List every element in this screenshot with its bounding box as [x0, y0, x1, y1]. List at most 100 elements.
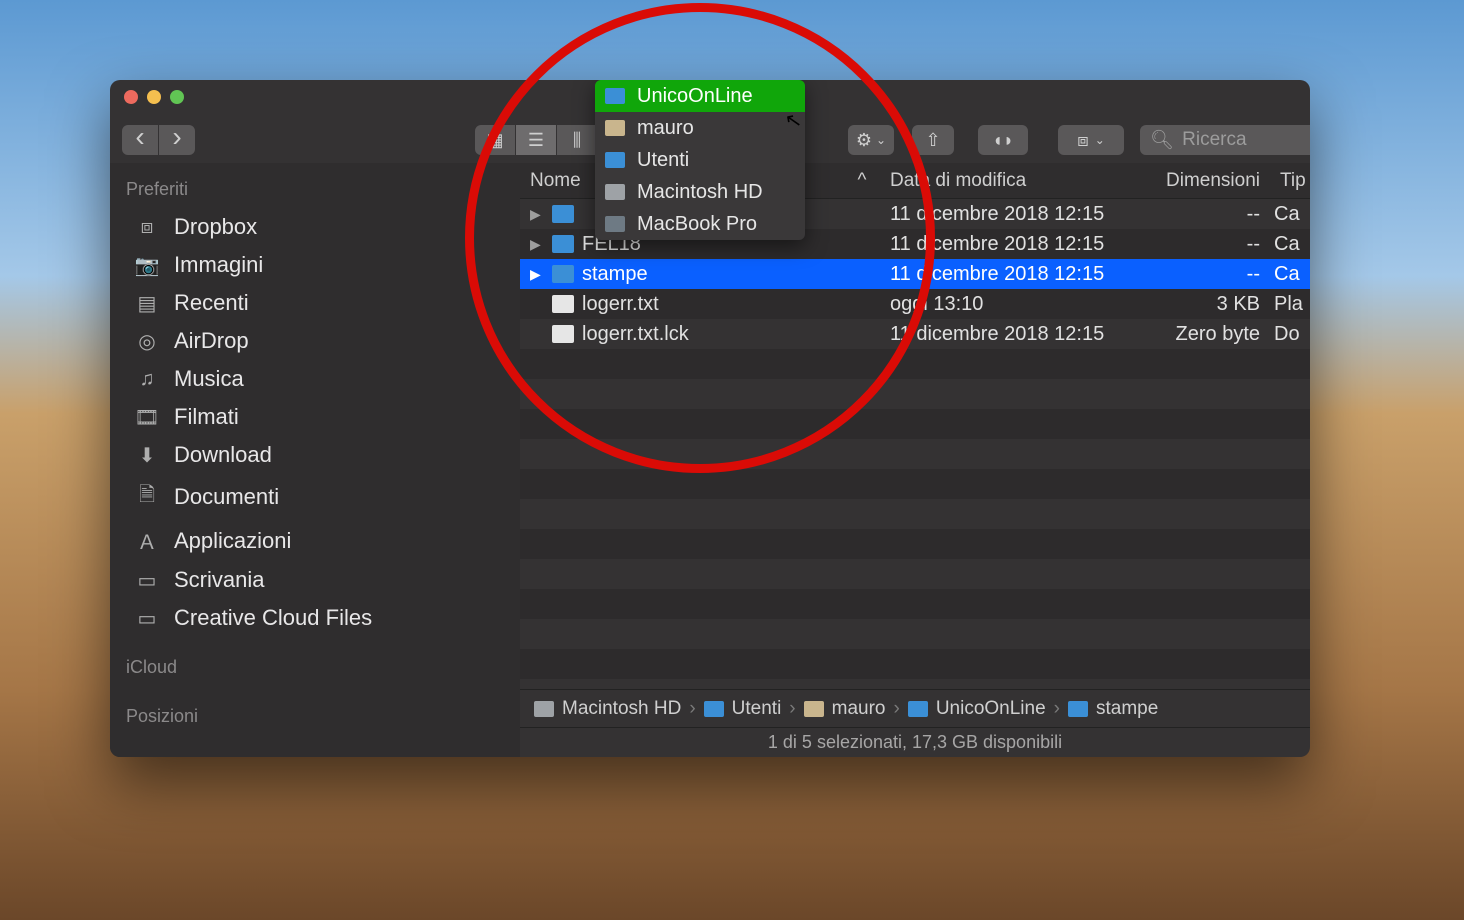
file-name: logerr.txt.lck — [582, 323, 689, 346]
path-menu-item-unicoonline[interactable]: UnicoOnLine — [595, 80, 805, 112]
sidebar-item-dropbox[interactable]: ⧈Dropbox — [110, 208, 520, 246]
search-icon: 🔍︎ — [1150, 128, 1174, 152]
sidebar-item-downloads[interactable]: ⬇ Download — [110, 436, 520, 474]
path-bar: Macintosh HD› Utenti› mauro› UnicoOnLine… — [520, 689, 1310, 727]
sidebar-item-label: Creative Cloud Files — [174, 605, 372, 631]
disclosure-triangle-icon[interactable]: ▶ — [530, 266, 544, 283]
sidebar-item-desktop[interactable]: ▭ Scrivania — [110, 561, 520, 599]
path-segment[interactable]: stampe — [1096, 698, 1158, 720]
column-view-button[interactable]: ⫼ — [557, 125, 597, 155]
sidebar-item-label: Musica — [174, 366, 244, 392]
file-name: logerr.txt — [582, 293, 659, 316]
sidebar-item-applications[interactable]: ＡApplicazioni — [110, 520, 520, 561]
sidebar-item-creative-cloud[interactable]: ▭ Creative Cloud Files — [110, 599, 520, 637]
path-menu-label: UnicoOnLine — [637, 85, 753, 108]
action-button[interactable]: ⚙︎ ⌄ — [848, 125, 894, 155]
music-icon: ♫ — [134, 368, 160, 391]
disk-icon — [605, 184, 625, 200]
column-header-date[interactable]: Data di modifica — [880, 170, 1140, 192]
table-row[interactable]: ▶logerr.txt.lck 11 dicembre 2018 12:15 Z… — [520, 319, 1310, 349]
sidebar-section-locations: Posizioni — [110, 700, 520, 735]
status-bar: 1 di 5 selezionati, 17,3 GB disponibili — [520, 727, 1310, 757]
action-menu: ⚙︎ ⌄ — [848, 125, 894, 155]
sidebar-item-label: Immagini — [174, 252, 263, 278]
table-row[interactable]: ▶logerr.txt oggi 13:10 3 KB Pla — [520, 289, 1310, 319]
sidebar-item-movies[interactable]: 🎞Filmati — [110, 398, 520, 436]
gear-icon: ⚙︎ — [856, 130, 872, 151]
sidebar-section-icloud: iCloud — [110, 651, 520, 686]
path-segment[interactable]: mauro — [832, 698, 886, 720]
title-path-menu: UnicoOnLine mauro Utenti Macintosh HD Ma… — [595, 80, 805, 240]
file-size: -- — [1140, 203, 1270, 226]
search-field[interactable]: 🔍︎ Ricerca — [1140, 125, 1310, 155]
path-menu-item-mauro[interactable]: mauro — [595, 112, 805, 144]
home-icon — [804, 701, 824, 717]
document-icon: 🗎 — [134, 480, 160, 514]
column-sort-indicator[interactable]: ^ — [844, 170, 880, 192]
nav-buttons — [122, 125, 195, 155]
column-header-kind[interactable]: Tip — [1270, 170, 1310, 192]
file-date: 11 dicembre 2018 12:15 — [880, 263, 1140, 286]
path-menu-item-macintosh-hd[interactable]: Macintosh HD — [595, 176, 805, 208]
desktop-icon: ▭ — [134, 568, 160, 593]
path-menu-item-macbook-pro[interactable]: MacBook Pro — [595, 208, 805, 240]
sidebar-item-label: Scrivania — [174, 567, 264, 593]
chevron-right-icon — [172, 130, 181, 151]
sidebar-item-label: Download — [174, 442, 272, 468]
path-segment[interactable]: Utenti — [732, 698, 782, 720]
table-row-selected[interactable]: ▶stampe 11 dicembre 2018 12:15 -- Ca — [520, 259, 1310, 289]
path-segment[interactable]: UnicoOnLine — [936, 698, 1046, 720]
forward-button[interactable] — [159, 125, 195, 155]
disclosure-triangle-icon[interactable]: ▶ — [530, 206, 544, 223]
back-button[interactable] — [122, 125, 158, 155]
folder-icon: ▭ — [134, 606, 160, 631]
path-menu-item-utenti[interactable]: Utenti — [595, 144, 805, 176]
sidebar-item-label: Applicazioni — [174, 528, 291, 554]
chevron-left-icon — [135, 130, 144, 151]
home-icon — [605, 120, 625, 136]
chevron-down-icon: ⌄ — [876, 133, 886, 147]
share-button[interactable]: ⇧ — [912, 125, 954, 155]
column-header-size[interactable]: Dimensioni — [1140, 170, 1270, 192]
folder-icon — [605, 88, 625, 104]
sidebar-item-pictures[interactable]: 📷Immagini — [110, 246, 520, 284]
sidebar-item-airdrop[interactable]: ◎AirDrop — [110, 322, 520, 360]
file-kind: Ca — [1270, 233, 1310, 256]
file-kind: Pla — [1270, 293, 1310, 316]
sidebar-item-music[interactable]: ♫ Musica — [110, 360, 520, 398]
file-name: stampe — [582, 263, 648, 286]
file-date: oggi 13:10 — [880, 293, 1140, 316]
sidebar-item-documents[interactable]: 🗎Documenti — [110, 474, 520, 520]
dropbox-toolbar-button[interactable]: ⧈⌄ — [1058, 125, 1124, 155]
file-rows: ▶ 11 dicembre 2018 12:15 -- Ca ▶FEL18 11… — [520, 199, 1310, 689]
finder-window: ▦ ☰ ⫼ ▭ ⚙︎ ⌄ ⇧ ◖◗ ⧈⌄ 🔍︎ Ricerca UnicoOnLi… — [110, 80, 1310, 757]
file-date: 11 dicembre 2018 12:15 — [880, 323, 1140, 346]
file-size: -- — [1140, 263, 1270, 286]
search-placeholder: Ricerca — [1182, 129, 1246, 151]
path-segment[interactable]: Macintosh HD — [562, 698, 681, 720]
file-list-panel: Nome ^ Data di modifica Dimensioni Tip ▶… — [520, 163, 1310, 757]
list-view-button[interactable]: ☰ — [516, 125, 556, 155]
disk-icon — [534, 701, 554, 717]
recents-icon: ▤ — [134, 291, 160, 316]
download-icon: ⬇ — [134, 443, 160, 468]
path-menu-label: MacBook Pro — [637, 213, 757, 236]
folder-icon — [552, 265, 574, 283]
grid-icon: ▦ — [486, 130, 503, 151]
columns-icon: ⫼ — [573, 130, 581, 151]
dropbox-icon: ⧈ — [1077, 130, 1088, 151]
file-date: 11 dicembre 2018 12:15 — [880, 233, 1140, 256]
folder-icon — [704, 701, 724, 717]
sidebar-item-label: Recenti — [174, 290, 249, 316]
icon-view-button[interactable]: ▦ — [475, 125, 515, 155]
path-menu-label: Utenti — [637, 149, 689, 172]
disclosure-triangle-icon[interactable]: ▶ — [530, 236, 544, 253]
status-text: 1 di 5 selezionati, 17,3 GB disponibili — [768, 732, 1062, 753]
folder-icon — [605, 152, 625, 168]
dropbox-icon: ⧈ — [134, 216, 160, 239]
computer-icon — [605, 216, 625, 232]
film-icon: 🎞 — [134, 405, 160, 430]
text-file-icon — [552, 295, 574, 313]
sidebar-item-recents[interactable]: ▤ Recenti — [110, 284, 520, 322]
tags-button[interactable]: ◖◗ — [978, 125, 1028, 155]
